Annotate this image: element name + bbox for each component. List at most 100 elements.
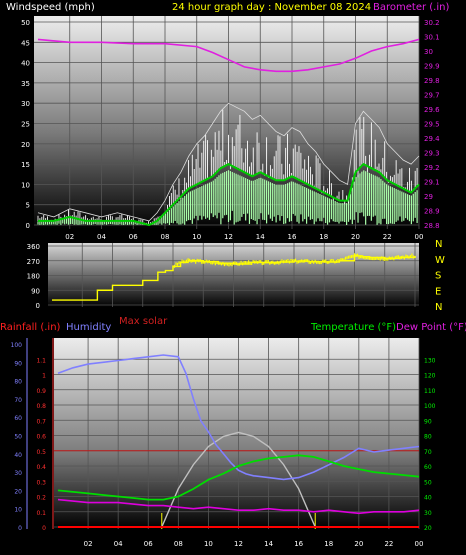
temp-y-tick: 90: [424, 418, 432, 425]
barometer-y-tick: 29.4: [424, 135, 440, 143]
direction-y-tick: 0: [36, 302, 40, 310]
humidity-y-tick: 50: [14, 434, 22, 441]
direction-axis-labels: 0 90 180 270 360: [27, 243, 40, 310]
temp-y-tick: 110: [424, 388, 436, 395]
rain-y-tick: 0.9: [36, 388, 46, 395]
humidity-y-tick: 80: [14, 379, 22, 386]
rain-y-tick: 0.2: [36, 495, 46, 502]
humidity-y-tick: 70: [14, 397, 22, 404]
wind-x-tick: 10: [192, 233, 201, 241]
barometer-y-tick: 29.3: [424, 150, 440, 158]
temp-x-tick: 08: [174, 540, 183, 548]
temp-y-tick: 40: [424, 495, 432, 502]
rain-y-tick: 0: [42, 525, 46, 532]
dewpoint-label: Dew Point (°F): [396, 322, 466, 333]
wind-x-tick: 06: [129, 233, 138, 241]
barometer-y-tick: 30.1: [424, 34, 440, 42]
barometer-y-tick: 28.9: [424, 208, 440, 216]
barometer-y-tick: 29.7: [424, 92, 440, 100]
direction-y-tick: 360: [27, 243, 40, 251]
rain-y-tick: 0.1: [36, 510, 46, 517]
temp-x-tick: 16: [294, 540, 303, 548]
barometer-y-tick: 29.1: [424, 179, 440, 187]
compass-letter: W: [435, 255, 445, 266]
temp-x-tick: 04: [114, 540, 123, 548]
temp-y-tick: 100: [424, 403, 436, 410]
humidity-y-tick: 10: [14, 507, 22, 514]
wind-x-axis-labels: 02 04 06 08 10 12 14 16 18 20 22 00: [65, 233, 423, 241]
temp-y-tick: 50: [424, 479, 432, 486]
rain-y-tick: 0.6: [36, 434, 46, 441]
temp-x-tick: 22: [384, 540, 393, 548]
wind-y-tick: 20: [21, 141, 30, 149]
graph-title: 24 hour graph day : November 08 2024: [172, 2, 371, 13]
temp-x-tick: 06: [144, 540, 153, 548]
humidity-label: Humidity: [66, 322, 111, 333]
rain-y-tick: 0.4: [36, 464, 46, 471]
temp-y-tick: 120: [424, 373, 436, 380]
max-solar-label: Max solar: [119, 316, 168, 327]
wind-x-tick: 20: [351, 233, 360, 241]
temperature-label: Temperature (°F): [310, 322, 396, 333]
humidity-y-tick: 100: [11, 342, 23, 349]
temp-x-axis-labels: 02 04 06 08 10 12 14 16 18 20 22 00: [84, 540, 424, 548]
wind-x-tick: 08: [161, 233, 170, 241]
rain-y-tick: 0.8: [36, 403, 46, 410]
temp-x-tick: 02: [84, 540, 93, 548]
wind-y-tick: 10: [21, 181, 30, 189]
compass-letter: N: [435, 239, 442, 250]
barometer-y-tick: 29: [424, 193, 433, 201]
wind-x-tick: 14: [256, 233, 265, 241]
barometer-y-tick: 29.2: [424, 164, 440, 172]
weather-graph: Windspeed (mph) 24 hour graph day : Nove…: [0, 0, 466, 555]
wind-y-tick: 0: [26, 222, 30, 230]
wind-axis-labels: 0 5 10 15 20 25 30 35 40 45 50: [21, 19, 30, 230]
temp-x-tick: 00: [415, 540, 424, 548]
humidity-y-tick: 30: [14, 470, 22, 477]
barometer-y-tick: 30.2: [424, 19, 440, 27]
wind-y-tick: 15: [21, 161, 30, 169]
temp-x-tick: 20: [354, 540, 363, 548]
wind-y-tick: 40: [21, 60, 30, 68]
wind-y-tick: 25: [21, 121, 30, 129]
wind-y-tick: 45: [21, 39, 30, 47]
wind-y-tick: 35: [21, 80, 30, 88]
compass-letters: NWSEN: [435, 239, 445, 313]
wind-y-tick: 5: [26, 202, 30, 210]
barometer-y-tick: 29.9: [424, 63, 440, 71]
direction-y-tick: 90: [31, 287, 40, 295]
wind-x-tick: 12: [224, 233, 233, 241]
rain-y-tick: 0.5: [36, 449, 46, 456]
temp-y-tick: 30: [424, 510, 432, 517]
wind-x-tick: 22: [383, 233, 392, 241]
temp-y-tick: 70: [424, 449, 432, 456]
compass-letter: S: [435, 271, 441, 282]
temp-y-tick: 80: [424, 434, 432, 441]
compass-letter: N: [435, 302, 442, 313]
rainfall-label: Rainfall (.in): [0, 322, 61, 333]
humidity-y-tick: 20: [14, 488, 22, 495]
temp-y-tick: 60: [424, 464, 432, 471]
compass-letter: E: [435, 286, 441, 297]
wind-y-tick: 50: [21, 19, 30, 27]
wind-x-tick: 04: [97, 233, 106, 241]
wind-y-tick: 30: [21, 100, 30, 108]
rain-y-tick: 1: [42, 373, 46, 380]
barometer-y-tick: 28.8: [424, 222, 440, 230]
temp-y-tick: 130: [424, 357, 436, 364]
temp-x-tick: 14: [264, 540, 273, 548]
temp-x-tick: 10: [204, 540, 213, 548]
barometer-axis-labels: 28.8 28.9 29 29.1 29.2 29.3 29.4 29.5 29.6 29.7 29…: [424, 19, 440, 230]
barometer-y-tick: 29.5: [424, 121, 440, 129]
humidity-y-tick: 40: [14, 452, 22, 459]
wind-x-tick: 02: [65, 233, 74, 241]
wind-x-tick: 16: [288, 233, 297, 241]
humidity-y-tick: 60: [14, 415, 22, 422]
rain-y-tick: 0.3: [36, 479, 46, 486]
barometer-label: Barometer (.in): [373, 2, 449, 13]
barometer-y-tick: 29.6: [424, 106, 440, 114]
humidity-y-tick: 0: [18, 525, 22, 532]
temp-x-tick: 12: [234, 540, 243, 548]
direction-y-tick: 180: [27, 273, 40, 281]
direction-y-tick: 270: [27, 258, 40, 266]
